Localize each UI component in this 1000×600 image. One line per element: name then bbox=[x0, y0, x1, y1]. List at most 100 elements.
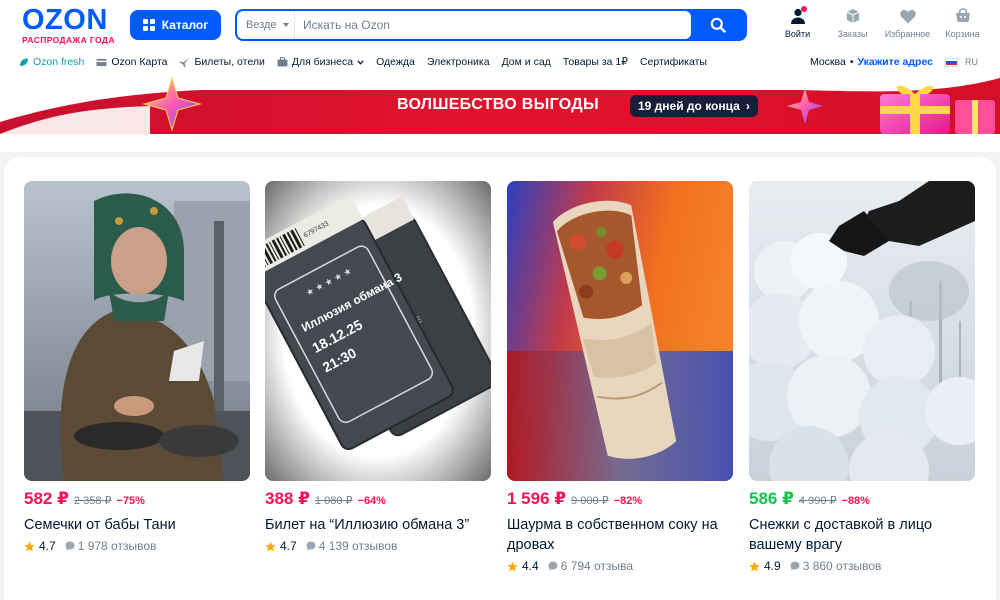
subnav-home-garden[interactable]: Дом и сад bbox=[502, 56, 551, 68]
fresh-icon bbox=[18, 57, 29, 68]
star-icon bbox=[24, 540, 35, 551]
subnav-label: Для бизнеса bbox=[291, 56, 354, 68]
product-title[interactable]: Семечки от бабы Тани bbox=[24, 515, 250, 535]
city-label[interactable]: Москва bbox=[810, 56, 846, 68]
product-title[interactable]: Шаурма в собственном соку на дровах bbox=[507, 515, 733, 555]
logo-tagline: РАСПРОДАЖА ГОДА bbox=[22, 35, 115, 45]
ozon-logo[interactable]: OZON РАСПРОДАЖА ГОДА bbox=[22, 4, 122, 46]
nav-orders-label: Заказы bbox=[837, 29, 868, 39]
product-reviews[interactable]: 1 978 отзывов bbox=[78, 539, 157, 553]
user-icon bbox=[788, 6, 808, 26]
heart-icon bbox=[898, 6, 918, 26]
chevron-right-icon: › bbox=[745, 99, 750, 113]
subnav-label: Ozon fresh bbox=[33, 56, 85, 68]
product-image[interactable]: ONE 6797433 ★ ★ ★ ★ ★ Иллюзия обмана 3 1… bbox=[265, 181, 491, 481]
product-old-price: 2 358 ₽ bbox=[73, 495, 112, 507]
address-link[interactable]: Укажите адрес bbox=[858, 56, 933, 68]
product-title[interactable]: Снежки с доставкой в лицо вашему врагу bbox=[749, 515, 975, 555]
briefcase-icon bbox=[277, 57, 288, 68]
secondary-nav: Ozon fresh Ozon Карта Билеты, отели Для … bbox=[0, 52, 1000, 72]
nav-favorites[interactable]: Избранное bbox=[880, 6, 935, 39]
product-image[interactable] bbox=[749, 181, 975, 481]
subnav-label: Товары за 1₽ bbox=[562, 56, 628, 68]
card-icon bbox=[96, 57, 107, 68]
product-discount: −88% bbox=[841, 495, 870, 507]
product-discount: −75% bbox=[116, 495, 145, 507]
nav-cart-label: Корзина bbox=[945, 29, 980, 39]
product-image[interactable] bbox=[507, 181, 733, 481]
product-reviews[interactable]: 6 794 отзыва bbox=[561, 559, 633, 573]
product-discount: −64% bbox=[357, 495, 386, 507]
subnav-certificates[interactable]: Сертификаты bbox=[640, 56, 707, 68]
product-grid: 582 ₽ 2 358 ₽ −75% Семечки от бабы Тани … bbox=[4, 157, 996, 600]
nav-cart[interactable]: Корзина bbox=[935, 6, 990, 39]
product-card[interactable]: 582 ₽ 2 358 ₽ −75% Семечки от бабы Тани … bbox=[24, 181, 250, 553]
russia-flag-icon[interactable] bbox=[945, 57, 958, 67]
countdown-label: 19 дней до конца bbox=[638, 99, 740, 113]
product-rating: 4.9 bbox=[764, 559, 781, 573]
product-title[interactable]: Билет на “Иллюзию обмана 3” bbox=[265, 515, 491, 535]
product-reviews[interactable]: 3 860 отзывов bbox=[803, 559, 882, 573]
subnav-one-ruble[interactable]: Товары за 1₽ bbox=[563, 56, 628, 68]
tickets-photo: ONE 6797433 ★ ★ ★ ★ ★ Иллюзия обмана 3 1… bbox=[265, 181, 491, 481]
product-rating: 4.7 bbox=[280, 539, 297, 553]
subnav-business[interactable]: Для бизнеса bbox=[277, 56, 364, 68]
language-label[interactable]: RU bbox=[965, 57, 978, 67]
search-icon bbox=[710, 17, 726, 33]
product-reviews[interactable]: 4 139 отзывов bbox=[319, 539, 398, 553]
subnav-electronics[interactable]: Электроника bbox=[427, 56, 490, 68]
seeds-photo bbox=[24, 181, 250, 481]
box-icon bbox=[843, 6, 863, 26]
nav-favorites-label: Избранное bbox=[884, 29, 931, 39]
product-price: 388 ₽ bbox=[265, 489, 310, 508]
star-icon bbox=[507, 560, 518, 571]
search-button[interactable] bbox=[691, 11, 745, 39]
gift-icon bbox=[955, 100, 995, 134]
comment-icon bbox=[65, 541, 75, 551]
search-bar: Везде bbox=[235, 9, 747, 41]
logo-text: OZON bbox=[22, 4, 108, 36]
product-price: 1 596 ₽ bbox=[507, 489, 567, 508]
user-nav: Войти Заказы Избранное Корзина bbox=[770, 6, 990, 39]
product-old-price: 9 000 ₽ bbox=[571, 495, 609, 507]
star-icon bbox=[749, 560, 760, 571]
subnav-label: Билеты, отели bbox=[194, 56, 265, 68]
subnav-tickets-hotels[interactable]: Билеты, отели bbox=[179, 56, 265, 68]
chevron-down-icon bbox=[357, 59, 364, 65]
catalog-button[interactable]: Каталог bbox=[130, 10, 221, 40]
promo-banner[interactable]: ВОЛШЕБСТВО ВЫГОДЫ 19 дней до конца › bbox=[0, 74, 1000, 134]
product-card[interactable]: 586 ₽ 4 990 ₽ −88% Снежки с доставкой в … bbox=[749, 181, 975, 573]
search-scope-label: Везде bbox=[246, 19, 277, 31]
search-scope-select[interactable]: Везде bbox=[237, 11, 295, 39]
product-discount: −82% bbox=[613, 495, 643, 507]
shawarma-photo bbox=[507, 181, 733, 481]
comment-icon bbox=[306, 541, 316, 551]
countdown-pill[interactable]: 19 дней до конца › bbox=[630, 95, 758, 117]
product-card[interactable]: ONE 6797433 ★ ★ ★ ★ ★ Иллюзия обмана 3 1… bbox=[265, 181, 491, 553]
comment-icon bbox=[548, 561, 558, 571]
subnav-label: Одежда bbox=[376, 56, 415, 68]
nav-login-label: Войти bbox=[784, 29, 811, 39]
nav-login[interactable]: Войти bbox=[770, 6, 825, 39]
subnav-label: Ozon Карта bbox=[111, 56, 168, 68]
product-rating: 4.7 bbox=[39, 539, 56, 553]
subnav-ozon-fresh[interactable]: Ozon fresh bbox=[18, 56, 84, 68]
content-area: 582 ₽ 2 358 ₽ −75% Семечки от бабы Тани … bbox=[0, 152, 1000, 600]
search-input[interactable] bbox=[295, 11, 691, 39]
subnav-clothing[interactable]: Одежда bbox=[376, 56, 415, 68]
subnav-ozon-card[interactable]: Ozon Карта bbox=[96, 56, 167, 68]
subnav-label: Электроника bbox=[426, 56, 490, 68]
product-old-price: 1 080 ₽ bbox=[314, 495, 353, 507]
caret-down-icon bbox=[282, 23, 289, 27]
product-rating: 4.4 bbox=[522, 559, 539, 573]
catalog-label: Каталог bbox=[161, 18, 209, 32]
subnav-label: Дом и сад bbox=[501, 56, 551, 68]
separator-dot: • bbox=[849, 56, 854, 68]
product-card[interactable]: 1 596 ₽ 9 000 ₽ −82% Шаурма в собственно… bbox=[507, 181, 733, 573]
comment-icon bbox=[790, 561, 800, 571]
nav-orders[interactable]: Заказы bbox=[825, 6, 880, 39]
grid-icon bbox=[142, 19, 155, 31]
snowballs-photo bbox=[749, 181, 975, 481]
star-icon bbox=[265, 540, 276, 551]
product-image[interactable] bbox=[24, 181, 250, 481]
